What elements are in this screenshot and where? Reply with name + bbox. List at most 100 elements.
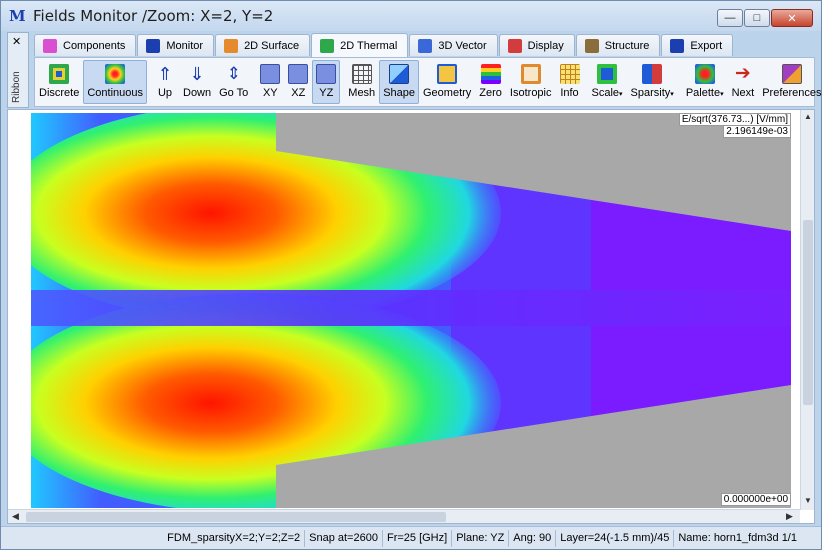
- horizontal-scroll-thumb[interactable]: [26, 512, 446, 522]
- sparsity-icon: [642, 64, 663, 84]
- shape-icon: [389, 64, 410, 84]
- mesh-button[interactable]: Mesh: [344, 60, 379, 104]
- display-icon: [507, 38, 522, 53]
- discrete-icon: [49, 64, 70, 84]
- title-bar[interactable]: M Fields Monitor /Zoom: X=2, Y=2 — □ ✕: [1, 1, 821, 31]
- next-arrow-icon: ➔: [734, 63, 751, 84]
- zero-button[interactable]: Zero: [475, 60, 506, 104]
- fields-monitor-window: M Fields Monitor /Zoom: X=2, Y=2 — □ ✕ ✕…: [0, 0, 822, 550]
- tab-label: 2D Surface: [244, 39, 300, 52]
- zero-palette-icon: [480, 64, 501, 84]
- status-name: Name: horn1_fdm3d 1/1: [673, 529, 801, 547]
- discrete-label: Discrete: [39, 87, 80, 99]
- up-label: Up: [157, 87, 173, 99]
- 2d-surface-icon: [224, 38, 239, 53]
- mesh-label: Mesh: [348, 87, 376, 99]
- xz-cube-icon: [288, 64, 309, 84]
- shape-button[interactable]: Shape: [379, 60, 419, 104]
- ribbon-close-icon[interactable]: ✕: [12, 35, 21, 48]
- tab-monitor[interactable]: Monitor: [137, 34, 215, 56]
- continuous-icon: [105, 64, 126, 84]
- horizontal-scrollbar[interactable]: ◀ ▶: [8, 509, 800, 523]
- plot-frame: E/sqrt(376.73...) [V/mm] 2.196149e-03 0.…: [7, 109, 815, 524]
- mesh-grid-icon: [351, 64, 372, 84]
- vertical-scrollbar[interactable]: ▲ ▼: [800, 110, 814, 510]
- scroll-up-icon[interactable]: ▲: [804, 112, 812, 121]
- scroll-left-icon[interactable]: ◀: [12, 511, 19, 522]
- arrow-down-icon: ⇓: [189, 64, 205, 84]
- goto-icon: ⇕: [226, 64, 241, 83]
- tab-2d-surface[interactable]: 2D Surface: [215, 34, 311, 56]
- tab-export[interactable]: Export: [661, 34, 734, 56]
- window-controls: — □ ✕: [717, 9, 813, 27]
- app-logo-icon: M: [9, 7, 26, 25]
- center-band: [31, 290, 791, 326]
- tab-structure[interactable]: Structure: [575, 34, 661, 56]
- xz-plane-button[interactable]: XZ: [284, 60, 312, 104]
- scale-label: Scale▾: [591, 87, 623, 99]
- status-angle: Ang: 90: [508, 529, 555, 547]
- vertical-scroll-thumb[interactable]: [803, 220, 813, 405]
- continuous-button[interactable]: Continuous: [83, 60, 147, 104]
- toolbar: Discrete Continuous ⇑ Up ⇓ Down ⇕ Go To: [34, 57, 822, 107]
- close-button[interactable]: ✕: [771, 9, 813, 27]
- status-bar: FDM_sparsityX=2;Y=2;Z=2 Snap at=2600 Fr=…: [1, 526, 821, 549]
- scale-button[interactable]: Scale▾: [588, 60, 627, 104]
- status-frequency: Fr=25 [GHz]: [381, 529, 451, 547]
- yz-label: YZ: [319, 87, 334, 99]
- shape-label: Shape: [383, 87, 415, 99]
- yz-cube-icon: [316, 64, 337, 84]
- scroll-down-icon[interactable]: ▼: [804, 496, 812, 505]
- geometry-button[interactable]: Geometry: [419, 60, 475, 104]
- tab-label: Components: [63, 39, 126, 52]
- maximize-button[interactable]: □: [744, 9, 770, 27]
- ribbon-side-panel: ✕ Ribbon: [7, 32, 29, 108]
- sparsity-button[interactable]: Sparsity▾: [627, 60, 678, 104]
- geometry-label: Geometry: [423, 87, 472, 99]
- preferences-icon: [781, 64, 802, 84]
- next-button[interactable]: ➔ Next: [728, 60, 759, 104]
- xy-plane-button[interactable]: XY: [256, 60, 284, 104]
- goto-button[interactable]: ⇕ Go To: [215, 60, 252, 104]
- sparsity-label: Sparsity▾: [630, 87, 674, 99]
- colorbar-max-value: 2.196149e-03: [723, 125, 791, 138]
- window-title: Fields Monitor /Zoom: X=2, Y=2: [33, 7, 274, 25]
- continuous-label: Continuous: [87, 87, 143, 99]
- tab-display[interactable]: Display: [498, 34, 575, 56]
- ribbon: ✕ Ribbon Components Monitor 2D Surface 2D T…: [7, 32, 822, 108]
- tab-label: Structure: [604, 39, 650, 52]
- status-sparsity: FDM_sparsityX=2;Y=2;Z=2: [167, 531, 301, 544]
- yz-plane-button[interactable]: YZ: [312, 60, 341, 104]
- info-button[interactable]: Info: [556, 60, 584, 104]
- isotropic-button[interactable]: Isotropic: [506, 60, 556, 104]
- tab-2d-thermal[interactable]: 2D Thermal: [311, 33, 409, 57]
- scroll-right-icon[interactable]: ▶: [786, 511, 793, 522]
- goto-label: Go To: [219, 87, 249, 99]
- down-label: Down: [183, 87, 212, 99]
- ribbon-label[interactable]: Ribbon: [11, 71, 22, 103]
- components-icon: [43, 38, 57, 53]
- palette-label: Palette▾: [685, 87, 724, 99]
- monitor-icon: [146, 38, 161, 53]
- next-label: Next: [731, 87, 755, 99]
- palette-icon: [694, 64, 715, 84]
- preferences-button[interactable]: Preferences: [758, 60, 822, 104]
- palette-button[interactable]: Palette▾: [682, 60, 728, 104]
- xz-label: XZ: [291, 87, 306, 99]
- tab-3d-vector[interactable]: 3D Vector: [409, 34, 498, 56]
- scale-icon: [597, 64, 618, 84]
- discrete-button[interactable]: Discrete: [35, 60, 83, 104]
- info-grid-icon: [559, 64, 580, 84]
- up-button[interactable]: ⇑ Up: [151, 60, 179, 104]
- 3d-vector-icon: [418, 38, 433, 53]
- field-plot[interactable]: E/sqrt(376.73...) [V/mm] 2.196149e-03 0.…: [31, 113, 791, 508]
- isotropic-label: Isotropic: [509, 87, 552, 99]
- geometry-icon: [437, 64, 458, 84]
- minimize-button[interactable]: —: [717, 9, 743, 27]
- tab-label: 2D Thermal: [340, 39, 398, 52]
- tab-label: 3D Vector: [438, 39, 487, 52]
- info-label: Info: [560, 87, 579, 99]
- tab-label: Display: [527, 39, 564, 52]
- tab-components[interactable]: Components: [34, 34, 137, 56]
- down-button[interactable]: ⇓ Down: [179, 60, 215, 104]
